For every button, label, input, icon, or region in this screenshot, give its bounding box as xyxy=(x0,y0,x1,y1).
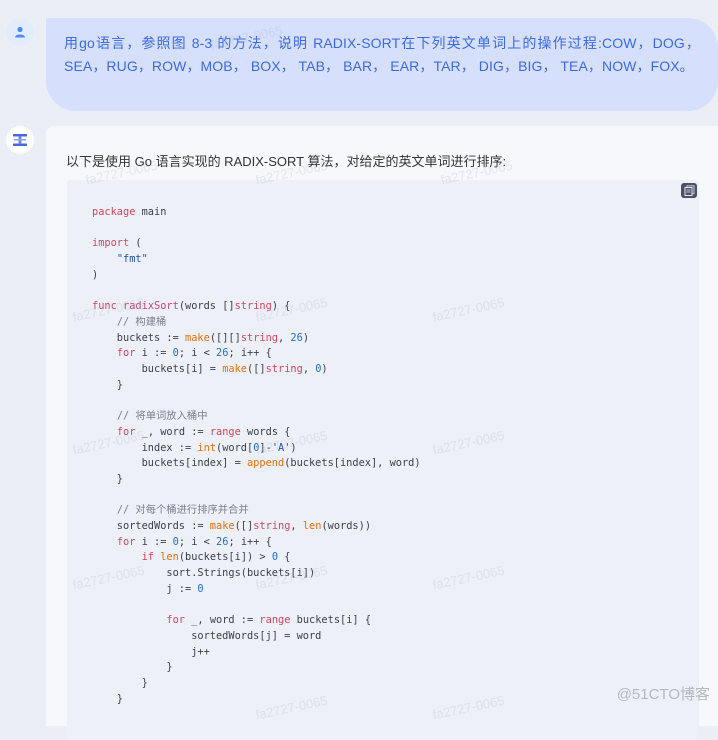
code-line: if len(buckets[i]) > 0 { xyxy=(141,551,291,564)
user-avatar xyxy=(6,18,34,46)
code-line: buckets[index] = append(buckets[index], … xyxy=(92,457,421,470)
code-line: } xyxy=(92,378,123,391)
code-line: // 对每个桶进行排序并合并 xyxy=(116,504,249,517)
code-line: package main xyxy=(92,206,167,218)
code-line: for _, word := range words { xyxy=(116,425,291,438)
code-line: } xyxy=(92,677,148,690)
site-watermark: @51CTO博客 xyxy=(616,686,710,703)
bot-message-panel: 以下是使用 Go 语言实现的 RADIX-SORT 算法，对给定的英文单词进行排… xyxy=(46,126,718,740)
user-message-text: 用go语言，参照图 8-3 的方法，说明 RADIX-SORT在下列英文单词上的… xyxy=(64,35,700,74)
code-line: buckets := make([][]string, 26) xyxy=(92,331,310,344)
user-message-bubble: 用go语言，参照图 8-3 的方法，说明 RADIX-SORT在下列英文单词上的… xyxy=(46,18,718,111)
code-block: package main import ( "fmt" ) func radix… xyxy=(67,180,699,740)
code-line: } xyxy=(92,692,123,705)
bot-intro-text: 以下是使用 Go 语言实现的 RADIX-SORT 算法，对给定的英文单词进行排… xyxy=(66,154,507,169)
code-line: buckets[i] = make([]string, 0) xyxy=(92,363,328,376)
bot-avatar xyxy=(6,126,34,154)
user-icon xyxy=(15,26,25,38)
code-line: index := int(word[0]-'A') xyxy=(92,441,297,454)
code-line: "fmt" xyxy=(116,253,148,266)
code-line: func radixSort(words []string) { xyxy=(92,300,291,313)
copy-icon xyxy=(684,185,694,196)
copy-code-button[interactable] xyxy=(681,183,697,198)
code-line: // 将单词放入桶中 xyxy=(116,410,208,423)
ai-logo-icon xyxy=(13,134,27,146)
code-line: } xyxy=(92,472,123,485)
code-line: j++ xyxy=(92,645,210,658)
code-content: package main import ( "fmt" ) func radix… xyxy=(92,205,421,708)
code-line: } xyxy=(92,661,173,674)
code-line: sortedWords[j] = word xyxy=(92,629,322,642)
code-line: for i := 0; i < 26; i++ { xyxy=(116,347,272,360)
code-line: sort.Strings(buckets[i]) xyxy=(92,567,316,580)
code-line: for i := 0; i < 26; i++ { xyxy=(116,535,272,548)
code-line: ) xyxy=(92,268,99,281)
code-line: import ( xyxy=(92,237,142,250)
code-line: j := 0 xyxy=(92,582,204,595)
code-line: sortedWords := make([]string, len(words)… xyxy=(92,520,372,533)
code-line: for _, word := range buckets[i] { xyxy=(166,614,372,627)
code-line: // 构建桶 xyxy=(116,315,167,328)
